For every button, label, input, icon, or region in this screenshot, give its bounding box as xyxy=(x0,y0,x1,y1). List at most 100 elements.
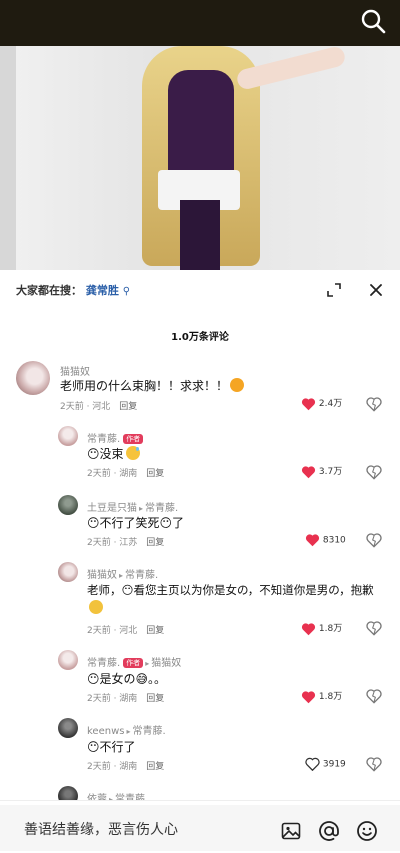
dislike-icon[interactable] xyxy=(366,464,382,480)
comment-meta: 2天前 · 湖南 回复 xyxy=(87,759,164,772)
avatar[interactable] xyxy=(16,361,50,395)
video-door xyxy=(0,46,16,270)
comment-author[interactable]: 常青藤. 作者 xyxy=(87,430,144,445)
trending-search[interactable]: 大家都在搜： 龚常胜 ⚲ xyxy=(16,282,130,298)
comment-text: 老师，😶看您主页以为你是女の，不知道你是男の，抱歉 xyxy=(87,582,374,598)
comment-text: 😶是女の😅。。 xyxy=(87,670,166,687)
shouting-emoji-icon xyxy=(230,378,245,392)
comment-input[interactable]: 善语结善缘，恶言伤人心 xyxy=(0,805,400,851)
comment-meta: 2天前 · 江苏 回复 xyxy=(87,535,164,548)
like-count: 1.8万 xyxy=(318,624,343,634)
comment-author[interactable]: 常青藤. 作者 ▸ 猫猫奴 xyxy=(87,654,181,669)
avatar[interactable] xyxy=(58,650,78,670)
comment-time-location: 2天前 · 湖南 xyxy=(87,762,138,772)
comment-text-body: 😶不行了 xyxy=(87,740,136,754)
author-badge: 作者 xyxy=(123,434,144,444)
author-name: 常青藤. xyxy=(87,658,121,669)
comment-text-emoji xyxy=(87,600,103,615)
like-count: 8310 xyxy=(322,535,346,546)
reply-to-name: 常青藤. xyxy=(125,570,159,581)
dislike-icon[interactable] xyxy=(366,756,382,772)
video-figure-legs xyxy=(180,200,220,270)
comment-text-body: 老师用の什么束胸！！求求！！ xyxy=(60,379,229,393)
sweat-smile-emoji-icon xyxy=(125,446,140,460)
comment-text-body: 老师，😶看您主页以为你是女の，不知道你是男の，抱歉 xyxy=(87,583,374,597)
reply-button[interactable]: 回复 xyxy=(146,469,164,479)
comment-text-body: 😶没束 xyxy=(87,447,124,461)
reply-to-name: 常青藤. xyxy=(145,503,179,514)
reply-to-name: 常青藤. xyxy=(132,726,166,737)
comment-text: 😶没束 xyxy=(87,445,140,462)
like-button[interactable]: 1.8万 xyxy=(301,689,342,704)
comment-text-body: 😶是女の😅。。 xyxy=(87,672,167,686)
heart-icon xyxy=(301,622,316,635)
comment-text-body: 😶不行了笑死😶了 xyxy=(87,516,185,530)
heart-icon xyxy=(301,465,316,478)
like-count: 2.4万 xyxy=(318,399,343,409)
like-button[interactable]: 2.4万 xyxy=(301,396,342,411)
comment-author[interactable]: 土豆是只猫 ▸ 常青藤. xyxy=(87,499,178,514)
like-button[interactable]: 3919 xyxy=(305,757,346,772)
trending-search-keyword[interactable]: 龚常胜 xyxy=(86,284,119,297)
heart-icon xyxy=(305,534,320,547)
crying-emoji-icon xyxy=(89,600,103,614)
like-button[interactable]: 1.8万 xyxy=(301,621,342,636)
comment-time-location: 2天前 · 湖南 xyxy=(87,694,138,704)
comment-meta: 2天前 · 河北 回复 xyxy=(60,399,137,412)
expand-icon[interactable] xyxy=(326,282,342,298)
at-icon[interactable] xyxy=(318,820,340,842)
reply-button[interactable]: 回复 xyxy=(119,402,137,412)
heart-icon xyxy=(301,397,316,410)
reply-button[interactable]: 回复 xyxy=(146,694,164,704)
heart-icon xyxy=(305,757,320,772)
image-icon[interactable] xyxy=(281,821,301,841)
reply-to-name: 猫猫奴 xyxy=(151,658,182,669)
trending-search-label: 大家都在搜： xyxy=(16,284,82,297)
comment-author[interactable]: 猫猫奴 ▸ 常青藤. xyxy=(87,566,158,581)
comment-author[interactable]: 猫猫奴 xyxy=(60,363,90,378)
emoji-icon[interactable] xyxy=(356,820,378,842)
avatar[interactable] xyxy=(58,426,78,446)
author-name: 土豆是只猫 xyxy=(87,503,137,514)
heart-icon xyxy=(301,690,316,703)
video-top-bar xyxy=(0,0,400,46)
comment-input-bar: 善语结善缘，恶言伤人心 xyxy=(0,800,400,853)
small-search-icon: ⚲ xyxy=(122,286,131,297)
like-button[interactable]: 3.7万 xyxy=(301,464,342,479)
comment-author[interactable]: keenws ▸ 常青藤. xyxy=(87,722,166,737)
dislike-icon[interactable] xyxy=(366,396,382,412)
reply-button[interactable]: 回复 xyxy=(146,538,164,548)
author-badge: 作者 xyxy=(123,658,144,668)
reply-button[interactable]: 回复 xyxy=(146,626,164,636)
like-button[interactable]: 8310 xyxy=(305,533,346,547)
reply-arrow-icon: ▸ xyxy=(139,504,144,513)
comment-meta: 2天前 · 河北 回复 xyxy=(87,623,164,636)
comment-text: 😶不行了 xyxy=(87,738,136,755)
comment-input-placeholder: 善语结善缘，恶言伤人心 xyxy=(24,822,178,838)
search-icon[interactable] xyxy=(360,8,386,34)
reply-button[interactable]: 回复 xyxy=(146,762,164,772)
reply-arrow-icon: ▸ xyxy=(145,659,150,668)
dislike-icon[interactable] xyxy=(366,532,382,548)
comment-count: 1.0万条评论 xyxy=(171,332,229,343)
author-name: 常青藤. xyxy=(87,434,121,445)
dislike-icon[interactable] xyxy=(366,620,382,636)
avatar[interactable] xyxy=(58,718,78,738)
reply-arrow-icon: ▸ xyxy=(119,571,124,580)
reply-arrow-icon: ▸ xyxy=(126,727,131,736)
avatar[interactable] xyxy=(58,562,78,582)
author-name: keenws xyxy=(87,726,125,737)
author-name: 猫猫奴 xyxy=(87,570,117,581)
like-count: 1.8万 xyxy=(318,692,343,702)
comment-meta: 2天前 · 湖南 回复 xyxy=(87,466,164,479)
comment-time-location: 2天前 · 河北 xyxy=(60,402,111,412)
dislike-icon[interactable] xyxy=(366,688,382,704)
comment-meta: 2天前 · 湖南 回复 xyxy=(87,691,164,704)
comment-time-location: 2天前 · 湖南 xyxy=(87,469,138,479)
close-icon[interactable] xyxy=(368,282,384,298)
comment-text: 老师用の什么束胸！！求求！！ xyxy=(60,377,245,394)
sheet-header: 大家都在搜： 龚常胜 ⚲ xyxy=(0,270,400,312)
video-player[interactable] xyxy=(0,0,400,270)
comment-text: 😶不行了笑死😶了 xyxy=(87,514,184,531)
avatar[interactable] xyxy=(58,495,78,515)
